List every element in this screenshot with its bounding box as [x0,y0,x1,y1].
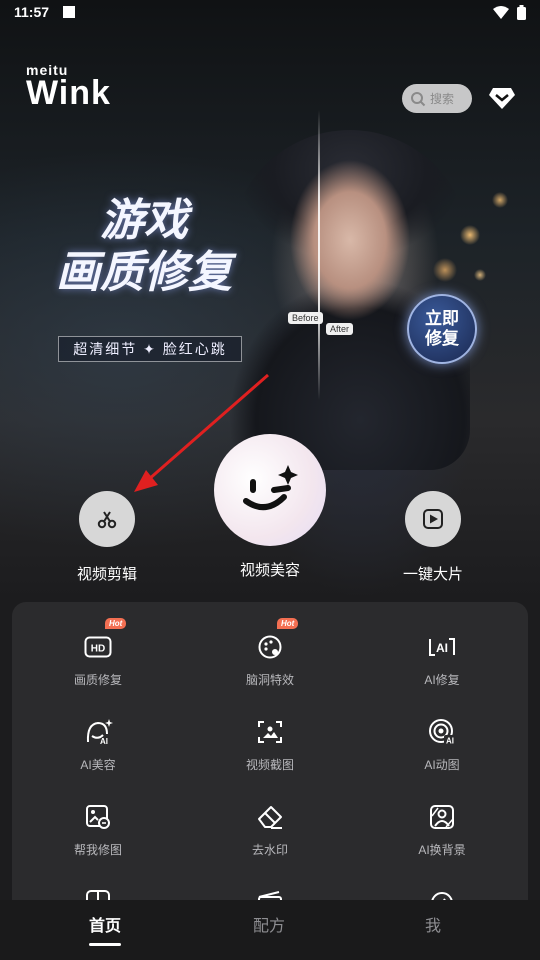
tool-remove-watermark[interactable]: 去水印 [184,802,356,858]
svg-text:HD: HD [91,644,105,655]
tool-label: 脑洞特效 [245,673,294,687]
svg-text:AI: AI [100,737,108,746]
svg-text:AI: AI [436,641,448,655]
one-click-film-button[interactable]: 一键大片 [393,491,473,584]
photo-edit-icon [83,802,113,832]
tool-brain-effects[interactable]: Hot 脑洞特效 [184,618,356,688]
tool-label: 视频截图 [245,758,294,772]
tool-ai-repair[interactable]: AI AI修复 [356,632,528,688]
ai-animate-icon: AI [427,717,457,747]
tool-video-screenshot[interactable]: 视频截图 [184,717,356,773]
play-icon [423,509,443,529]
video-beauty-label: 视频美容 [239,562,300,579]
video-edit-button[interactable]: 视频剪辑 [67,491,147,584]
scissors-icon [97,511,117,529]
tool-label: 去水印 [251,843,288,857]
tool-label: AI换背景 [418,843,466,857]
tool-label: 画质修复 [73,673,122,687]
eraser-icon [255,802,285,832]
ai-beauty-icon: AI [83,717,113,747]
video-edit-label: 视频剪辑 [76,566,137,583]
screenshot-icon [255,717,285,747]
tab-recipes-label: 配方 [252,918,285,935]
svg-text:AI: AI [446,737,454,746]
hot-badge: Hot [105,618,127,629]
active-tab-indicator [89,943,121,946]
video-beauty-button[interactable]: 视频美容 [214,434,326,580]
tab-recipes[interactable]: 配方 [219,912,319,936]
hd-icon: HD Hot [83,618,127,662]
tab-me[interactable]: 我 [383,912,483,936]
tab-home[interactable]: 首页 [55,912,155,946]
one-click-film-label: 一键大片 [402,566,463,583]
wink-face-icon [243,465,298,510]
bottom-tab-bar: 首页 配方 我 [0,900,540,960]
video-beauty-circle [214,434,326,546]
ai-repair-icon: AI [427,632,457,662]
hot-badge: Hot [277,618,299,629]
tool-quality-repair[interactable]: HD Hot 画质修复 [12,618,184,688]
tab-home-label: 首页 [88,918,121,935]
tab-me-label: 我 [424,918,441,935]
tool-ai-animate[interactable]: AI AI动图 [356,717,528,773]
one-click-film-circle [405,491,461,547]
tool-ai-beauty[interactable]: AI AI美容 [12,717,184,773]
tool-ai-background[interactable]: AI换背景 [356,802,528,858]
tool-label: AI修复 [424,673,460,687]
tool-help-retouch[interactable]: 帮我修图 [12,802,184,858]
bg-swap-icon [427,802,457,832]
tools-panel: HD Hot 画质修复 Hot 脑洞特效 AI AI修复 AI AI美容 视频截… [12,602,528,902]
tool-label: AI动图 [424,758,460,772]
tool-label: AI美容 [80,758,116,772]
palette-icon: Hot [255,618,299,662]
tool-label: 帮我修图 [73,843,122,857]
video-edit-circle [79,491,135,547]
